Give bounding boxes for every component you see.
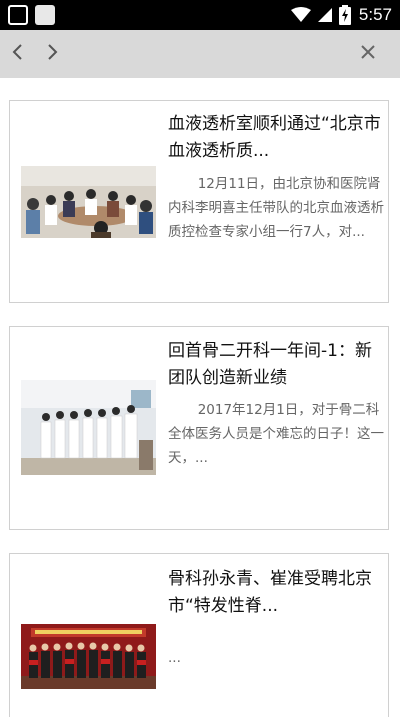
clock: 5:57 xyxy=(358,5,392,24)
battery-charging-icon xyxy=(338,5,351,25)
forward-button[interactable] xyxy=(38,40,66,68)
status-bar: 5:57 xyxy=(0,0,400,30)
article-title: 回首骨二开科一年间-1：新团队创造新业绩 xyxy=(168,341,372,388)
article-summary: 2017年12月1日，对于骨二科全体医务人员是个难忘的日子！这一天，... xyxy=(168,402,384,466)
article-summary: ... xyxy=(168,650,181,666)
signal-icon xyxy=(317,7,333,23)
article-title: 血液透析室顺利通过“北京市血液透析质... xyxy=(168,114,381,161)
chevron-left-icon xyxy=(11,43,25,65)
article-thumbnail xyxy=(21,380,156,475)
article-list: 血液透析室顺利通过“北京市血液透析质... 12月11日，由北京协和医院肾内科李… xyxy=(0,78,400,717)
article-title: 骨科孙永青、崔准受聘北京市“特发性脊... xyxy=(168,569,372,616)
back-button[interactable] xyxy=(4,40,32,68)
chevron-right-icon xyxy=(45,43,59,65)
close-button[interactable] xyxy=(354,40,382,68)
article-thumbnail xyxy=(21,166,156,238)
article-summary: 12月11日，由北京协和医院肾内科李明喜主任带队的北京血液透析质控检查专家小组一… xyxy=(168,176,384,240)
wifi-icon xyxy=(290,7,311,23)
article-card[interactable]: 回首骨二开科一年间-1：新团队创造新业绩 2017年12月1日，对于骨二科全体医… xyxy=(9,326,389,530)
app-icon xyxy=(8,5,28,25)
status-icons: 5:57 xyxy=(290,0,392,30)
browser-nav-bar xyxy=(0,30,400,78)
close-icon xyxy=(360,44,376,64)
article-card[interactable]: 骨科孙永青、崔准受聘北京市“特发性脊... ... xyxy=(9,553,389,717)
app-icon xyxy=(35,5,55,25)
article-card[interactable]: 血液透析室顺利通过“北京市血液透析质... 12月11日，由北京协和医院肾内科李… xyxy=(9,100,389,303)
article-thumbnail xyxy=(21,624,156,689)
